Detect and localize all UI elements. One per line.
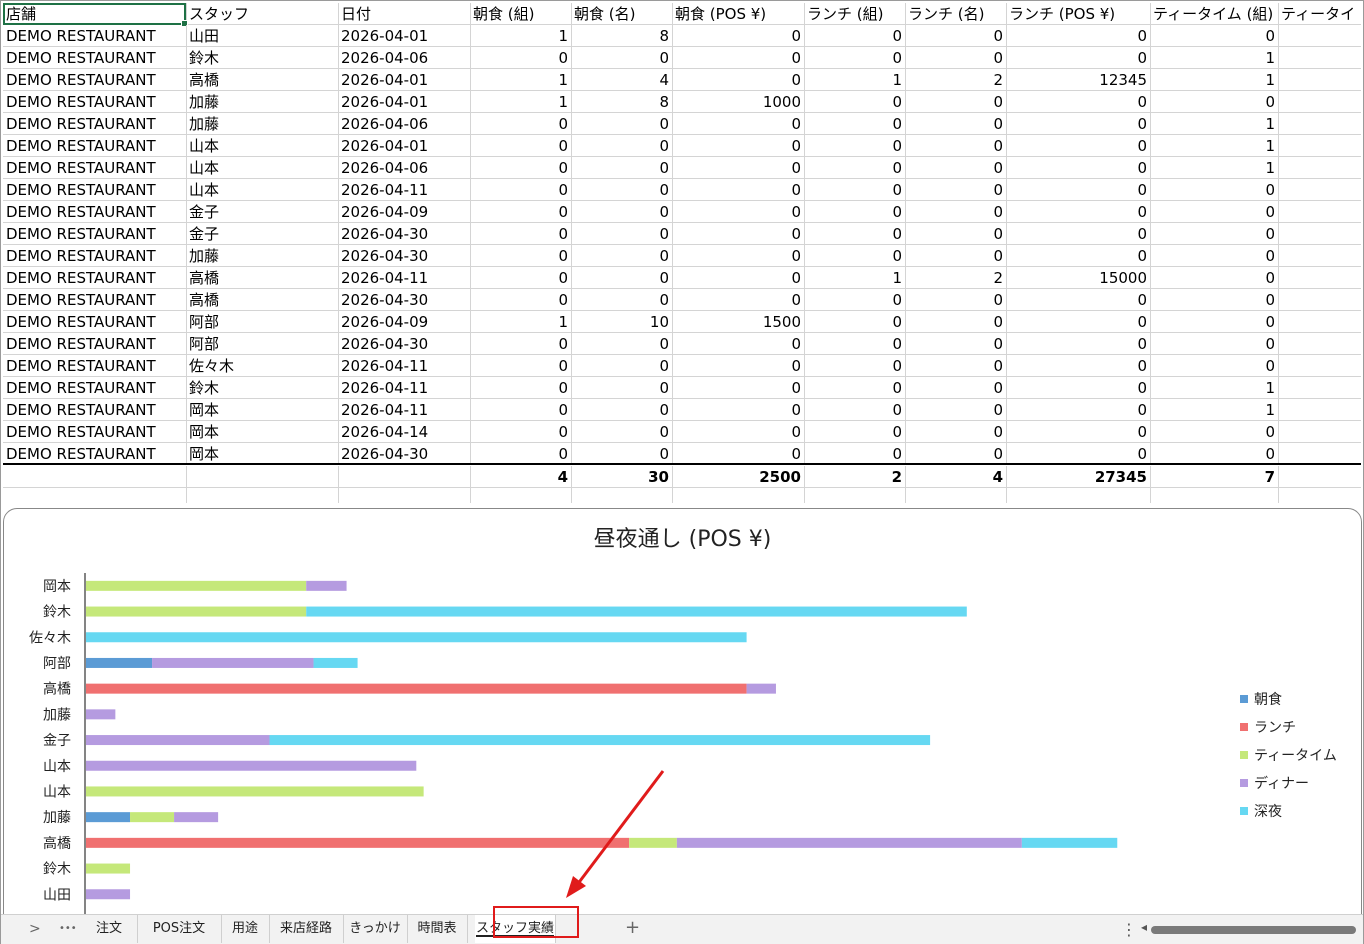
annotation-arrow xyxy=(566,770,665,898)
